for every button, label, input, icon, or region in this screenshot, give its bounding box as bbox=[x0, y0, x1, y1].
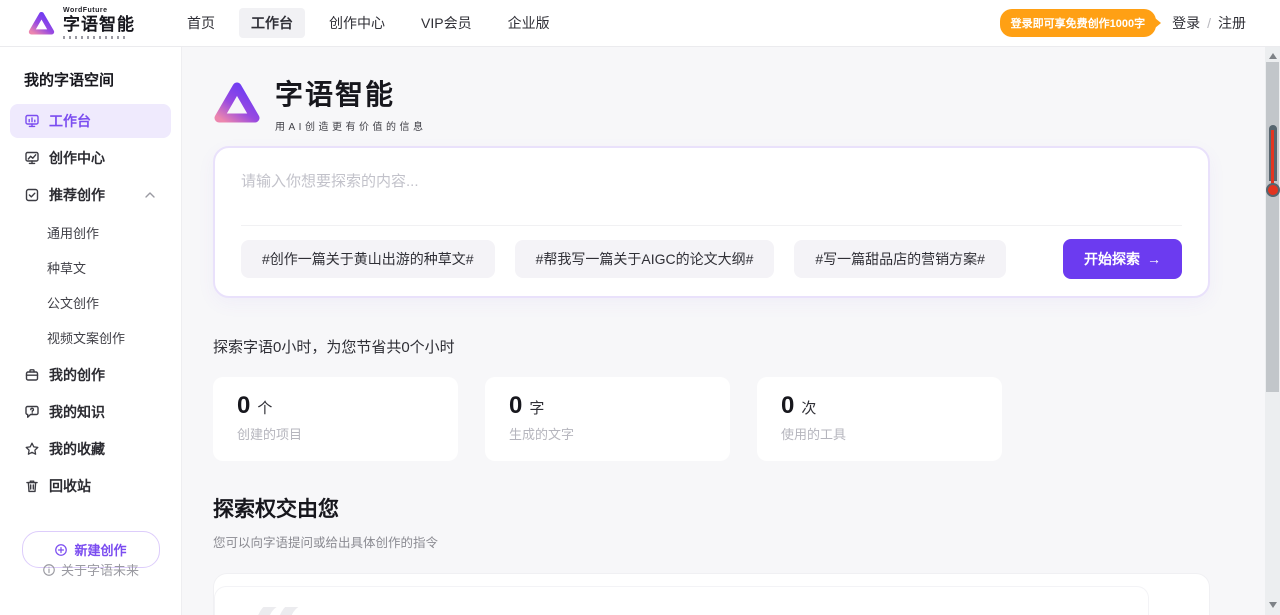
suggestion-chip-dessert[interactable]: #写一篇甜品店的营销方案# bbox=[794, 240, 1006, 278]
stat-label: 创建的项目 bbox=[237, 424, 434, 443]
sidebar-item-label: 回收站 bbox=[49, 476, 91, 496]
qa-example-card: 字语智能是什么? 嘿，帮我创作一篇北京出游攻略 bbox=[213, 573, 1210, 615]
sidebar-item-recycle-bin[interactable]: 回收站 bbox=[10, 469, 171, 503]
creation-center-icon bbox=[24, 150, 40, 166]
top-navbar: WordFuture 字语智能 首页 工作台 创作中心 VIP会员 企业版 登录… bbox=[0, 0, 1280, 47]
sidebar-item-my-knowledge[interactable]: 我的知识 bbox=[10, 395, 171, 429]
explore-section-subtitle: 您可以向字语提问或给出具体创作的指令 bbox=[213, 532, 1210, 551]
knowledge-icon bbox=[24, 404, 40, 420]
plus-circle-icon bbox=[54, 543, 68, 557]
sidebar-subitem-general[interactable]: 通用创作 bbox=[0, 215, 181, 250]
stat-card-tools: 0 次 使用的工具 bbox=[757, 377, 1002, 461]
brand-logo[interactable]: WordFuture 字语智能 bbox=[28, 7, 135, 39]
sidebar-item-label: 创作中心 bbox=[49, 148, 105, 168]
sidebar-title: 我的字语空间 bbox=[0, 69, 181, 90]
sidebar-subitem-video-copy[interactable]: 视频文案创作 bbox=[0, 320, 181, 355]
sidebar-item-creation-center[interactable]: 创作中心 bbox=[10, 141, 171, 175]
hero-triangle-icon bbox=[213, 81, 261, 125]
scrollbar-thumb[interactable] bbox=[1266, 62, 1279, 392]
main-content: 字语智能 用AI创造更有价值的信息 #创作一篇关于黄山出游的种草文# #帮我写一… bbox=[182, 47, 1280, 615]
suggestion-chip-aigc[interactable]: #帮我写一篇关于AIGC的论文大纲# bbox=[515, 240, 775, 278]
sidebar-subitem-official[interactable]: 公文创作 bbox=[0, 285, 181, 320]
stat-value: 0 bbox=[509, 392, 522, 420]
search-input[interactable] bbox=[241, 170, 1182, 220]
search-card: #创作一篇关于黄山出游的种草文# #帮我写一篇关于AIGC的论文大纲# #写一篇… bbox=[213, 146, 1210, 298]
stat-value: 0 bbox=[237, 392, 250, 420]
sidebar-item-label: 我的创作 bbox=[49, 365, 105, 385]
suggestion-chip-huangshan[interactable]: #创作一篇关于黄山出游的种草文# bbox=[241, 240, 495, 278]
sidebar-item-my-creations[interactable]: 我的创作 bbox=[10, 358, 171, 392]
dashboard-icon bbox=[24, 113, 40, 129]
stat-card-projects: 0 个 创建的项目 bbox=[213, 377, 458, 461]
nav-item-workbench[interactable]: 工作台 bbox=[239, 8, 305, 38]
sidebar-item-workbench[interactable]: 工作台 bbox=[10, 104, 171, 138]
stat-unit: 次 bbox=[801, 397, 816, 418]
briefcase-icon bbox=[24, 367, 40, 383]
chevron-up-icon[interactable] bbox=[145, 192, 155, 198]
register-link[interactable]: 注册 bbox=[1218, 13, 1246, 33]
example-question[interactable]: 字语智能是什么? bbox=[317, 607, 423, 615]
brand-name-cn: 字语智能 bbox=[63, 16, 135, 33]
sidebar-item-recommended[interactable]: 推荐创作 bbox=[10, 178, 171, 212]
example-prompt[interactable]: 嘿，帮我创作一篇北京出游攻略 bbox=[782, 607, 978, 615]
brand-slogan-dots bbox=[63, 36, 129, 39]
scrollbar-down-arrow-icon[interactable] bbox=[1269, 602, 1277, 608]
suggestion-row: #创作一篇关于黄山出游的种草文# #帮我写一篇关于AIGC的论文大纲# #写一篇… bbox=[241, 225, 1182, 279]
quote-icon bbox=[249, 607, 303, 615]
stat-unit: 字 bbox=[529, 397, 544, 418]
hero-logo: 字语智能 用AI创造更有价值的信息 bbox=[213, 73, 1210, 133]
sidebar-subitem-seeding[interactable]: 种草文 bbox=[0, 250, 181, 285]
sidebar: 我的字语空间 工作台 创作中心 推荐创作 bbox=[0, 47, 182, 615]
new-creation-label: 新建创作 bbox=[74, 540, 126, 559]
nav-item-enterprise[interactable]: 企业版 bbox=[496, 8, 562, 38]
stat-unit: 个 bbox=[257, 397, 272, 418]
recommend-icon bbox=[24, 187, 40, 203]
page-scrollbar[interactable] bbox=[1265, 47, 1280, 615]
start-explore-button[interactable]: 开始探索 → bbox=[1063, 239, 1182, 279]
sidebar-item-favorites[interactable]: 我的收藏 bbox=[10, 432, 171, 466]
stat-value: 0 bbox=[781, 392, 794, 420]
qa-example-inner: 字语智能是什么? 嘿，帮我创作一篇北京出游攻略 bbox=[214, 586, 1149, 615]
sidebar-item-label: 我的知识 bbox=[49, 402, 105, 422]
hero-brand-name: 字语智能 bbox=[275, 73, 426, 113]
info-icon bbox=[42, 563, 56, 577]
sidebar-item-label: 工作台 bbox=[49, 111, 91, 131]
stats-summary: 探索字语0小时，为您节省共0个小时 bbox=[213, 336, 1210, 357]
explore-section-title: 探索权交由您 bbox=[213, 493, 1210, 523]
nav-item-home[interactable]: 首页 bbox=[175, 8, 227, 38]
nav-item-vip[interactable]: VIP会员 bbox=[409, 8, 484, 38]
stat-label: 生成的文字 bbox=[509, 424, 706, 443]
login-link[interactable]: 登录 bbox=[1172, 13, 1200, 33]
stat-cards: 0 个 创建的项目 0 字 生成的文字 0 次 bbox=[213, 377, 1210, 461]
hero-tagline: 用AI创造更有价值的信息 bbox=[275, 118, 426, 133]
arrow-right-icon: → bbox=[1147, 251, 1161, 267]
top-nav-menu: 首页 工作台 创作中心 VIP会员 企业版 bbox=[175, 8, 562, 38]
trash-icon bbox=[24, 478, 40, 494]
brand-triangle-icon bbox=[28, 11, 55, 36]
sidebar-item-label: 我的收藏 bbox=[49, 439, 105, 459]
thermometer-indicator-icon bbox=[1267, 125, 1279, 197]
sidebar-item-label: 推荐创作 bbox=[49, 185, 105, 205]
stat-card-words: 0 字 生成的文字 bbox=[485, 377, 730, 461]
about-link[interactable]: 关于字语未来 bbox=[0, 560, 181, 579]
nav-item-creation-center[interactable]: 创作中心 bbox=[317, 8, 397, 38]
about-label: 关于字语未来 bbox=[61, 560, 139, 579]
start-explore-label: 开始探索 bbox=[1084, 249, 1140, 269]
star-icon bbox=[24, 441, 40, 457]
scrollbar-up-arrow-icon[interactable] bbox=[1269, 53, 1277, 59]
promo-badge[interactable]: 登录即可享免费创作1000字 bbox=[1000, 9, 1156, 37]
stat-label: 使用的工具 bbox=[781, 424, 978, 443]
brand-name-en: WordFuture bbox=[63, 7, 135, 14]
auth-separator: / bbox=[1207, 15, 1211, 31]
